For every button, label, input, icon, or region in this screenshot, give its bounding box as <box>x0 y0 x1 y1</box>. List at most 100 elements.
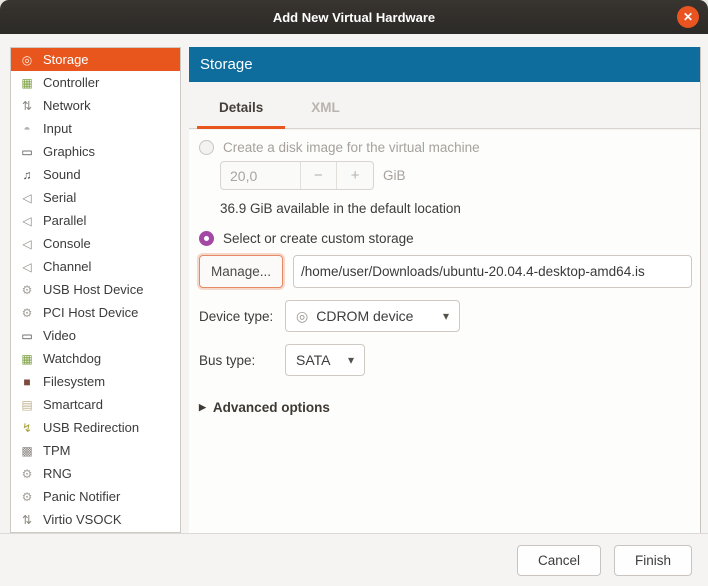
cancel-button[interactable]: Cancel <box>516 544 601 576</box>
tpm-chip-icon: ▩ <box>21 443 33 458</box>
vsock-arrows-icon: ⇅ <box>21 512 33 527</box>
watchdog-card-icon: ▦ <box>21 351 33 366</box>
device-type-label: Device type: <box>199 308 274 324</box>
finish-button[interactable]: Finish <box>613 544 692 576</box>
custom-storage-radio-row: Select or create custom storage <box>199 231 692 246</box>
sidebar-item-label: Controller <box>43 75 100 90</box>
section-header: Storage <box>189 47 700 82</box>
advanced-options-label: Advanced options <box>212 400 330 415</box>
storage-path-input[interactable]: /home/user/Downloads/ubuntu-20.04.4-desk… <box>293 255 692 288</box>
disk-size-input[interactable]: 20,0 <box>221 162 300 189</box>
sidebar-item-label: RNG <box>43 466 72 481</box>
storage-path-row: Manage... /home/user/Downloads/ubuntu-20… <box>199 255 692 288</box>
sidebar-item-label: USB Redirection <box>43 420 140 435</box>
video-monitor-icon: ▭ <box>21 328 33 343</box>
chevron-down-icon: ▾ <box>347 353 354 367</box>
sidebar-item-watchdog[interactable]: ▦ Watchdog <box>11 347 180 370</box>
section-title: Storage <box>200 56 253 73</box>
hardware-type-list: ◎ Storage ▦ Controller ⇅ Network ◓ Input… <box>10 47 181 533</box>
sidebar-item-label: Video <box>43 328 77 343</box>
disk-size-spinbox: 20,0 − + <box>220 161 374 190</box>
sidebar-item-label: Storage <box>43 52 89 67</box>
sidebar-item-label: TPM <box>43 443 71 458</box>
bus-type-label: Bus type: <box>199 352 256 368</box>
create-disk-radio[interactable] <box>199 140 214 155</box>
sidebar-item-label: Channel <box>43 259 92 274</box>
sidebar-item-virtio-vsock[interactable]: ⇅ Virtio VSOCK <box>11 508 180 531</box>
custom-storage-radio[interactable] <box>199 231 214 246</box>
disk-size-row: 20,0 − + GiB <box>220 161 692 190</box>
tabstrip: Details XML <box>189 82 700 129</box>
sidebar-item-video[interactable]: ▭ Video <box>11 324 180 347</box>
sidebar-item-usb-redirection[interactable]: ↯ USB Redirection <box>11 416 180 439</box>
sidebar-item-channel[interactable]: ◁ Channel <box>11 255 180 278</box>
close-icon[interactable]: ✕ <box>677 6 699 28</box>
details-page: Create a disk image for the virtual mach… <box>189 130 700 533</box>
create-disk-radio-row: Create a disk image for the virtual mach… <box>199 140 692 155</box>
sidebar-item-label: Graphics <box>43 144 96 159</box>
bus-type-row: Bus type: SATA ▾ <box>199 344 692 376</box>
sidebar-item-storage[interactable]: ◎ Storage <box>11 48 180 71</box>
cdrom-disc-icon: ◎ <box>296 307 309 324</box>
sidebar-item-network[interactable]: ⇅ Network <box>11 94 180 117</box>
sidebar-item-label: Network <box>43 98 91 113</box>
tab-details[interactable]: Details <box>195 100 287 129</box>
device-type-row: Device type: ◎ CDROM device ▾ <box>199 300 692 332</box>
rng-gears-icon: ⚙ <box>21 466 33 481</box>
action-bar: Cancel Finish <box>0 533 708 586</box>
expander-arrow-icon: ▶ <box>199 402 206 412</box>
tab-xml[interactable]: XML <box>287 100 364 128</box>
sidebar-item-label: Watchdog <box>43 351 102 366</box>
usb-host-gears-icon: ⚙ <box>21 282 33 297</box>
bus-type-dropdown[interactable]: SATA ▾ <box>285 344 365 376</box>
window-title: Add New Virtual Hardware <box>272 9 436 25</box>
sidebar-item-controller[interactable]: ▦ Controller <box>11 71 180 94</box>
add-hardware-dialog: Add New Virtual Hardware ✕ ◎ Storage ▦ C… <box>0 0 708 586</box>
sidebar-item-rng[interactable]: ⚙ RNG <box>11 462 180 485</box>
sidebar-item-tpm[interactable]: ▩ TPM <box>11 439 180 462</box>
music-note-icon: ♫ <box>22 167 32 182</box>
sidebar-item-label: Smartcard <box>43 397 103 412</box>
sidebar-item-label: Panic Notifier <box>43 489 121 504</box>
pci-host-gears-icon: ⚙ <box>21 305 33 320</box>
sidebar-item-pci-host-device[interactable]: ⚙ PCI Host Device <box>11 301 180 324</box>
usb-redirect-icon: ↯ <box>21 420 33 435</box>
chevron-down-icon: ▾ <box>442 309 449 323</box>
sidebar-item-label: Parallel <box>43 213 87 228</box>
sidebar-item-parallel[interactable]: ◁ Parallel <box>11 209 180 232</box>
sidebar-item-label: Sound <box>43 167 81 182</box>
sidebar-item-filesystem[interactable]: ■ Filesystem <box>11 370 180 393</box>
sidebar-item-input[interactable]: ◓ Input <box>11 117 180 140</box>
device-type-value: CDROM device <box>316 308 414 324</box>
sidebar-item-label: Filesystem <box>43 374 106 389</box>
panic-gears-icon: ⚙ <box>21 489 33 504</box>
monitor-icon: ▭ <box>21 144 33 159</box>
advanced-options-expander[interactable]: ▶ Advanced options <box>199 400 692 415</box>
sidebar-item-smartcard[interactable]: ▤ Smartcard <box>11 393 180 416</box>
size-unit-label: GiB <box>383 168 406 183</box>
network-arrows-icon: ⇅ <box>21 98 33 113</box>
manage-button[interactable]: Manage... <box>199 255 283 288</box>
mouse-icon: ◓ <box>23 121 31 136</box>
titlebar: Add New Virtual Hardware ✕ <box>0 0 708 34</box>
sidebar-item-panic-notifier[interactable]: ⚙ Panic Notifier <box>11 485 180 508</box>
spin-plus-button[interactable]: + <box>336 162 373 189</box>
custom-storage-radio-label: Select or create custom storage <box>223 231 414 246</box>
device-type-dropdown[interactable]: ◎ CDROM device ▾ <box>285 300 460 332</box>
spin-minus-button[interactable]: − <box>299 162 337 189</box>
parallel-port-icon: ◁ <box>22 213 32 228</box>
disk-icon: ◎ <box>21 52 33 67</box>
sidebar-item-label: Serial <box>43 190 77 205</box>
sidebar-item-sound[interactable]: ♫ Sound <box>11 163 180 186</box>
sidebar-item-usb-host-device[interactable]: ⚙ USB Host Device <box>11 278 180 301</box>
sidebar-item-label: Console <box>43 236 91 251</box>
content-pane: Storage Details XML Create a disk image … <box>189 47 701 533</box>
sidebar-item-console[interactable]: ◁ Console <box>11 232 180 255</box>
create-disk-radio-label: Create a disk image for the virtual mach… <box>223 140 480 155</box>
controller-card-icon: ▦ <box>21 75 33 90</box>
sidebar-item-serial[interactable]: ◁ Serial <box>11 186 180 209</box>
console-port-icon: ◁ <box>22 236 32 251</box>
sidebar-item-graphics[interactable]: ▭ Graphics <box>11 140 180 163</box>
sidebar-item-label: USB Host Device <box>43 282 144 297</box>
available-space-text: 36.9 GiB available in the default locati… <box>220 201 461 216</box>
